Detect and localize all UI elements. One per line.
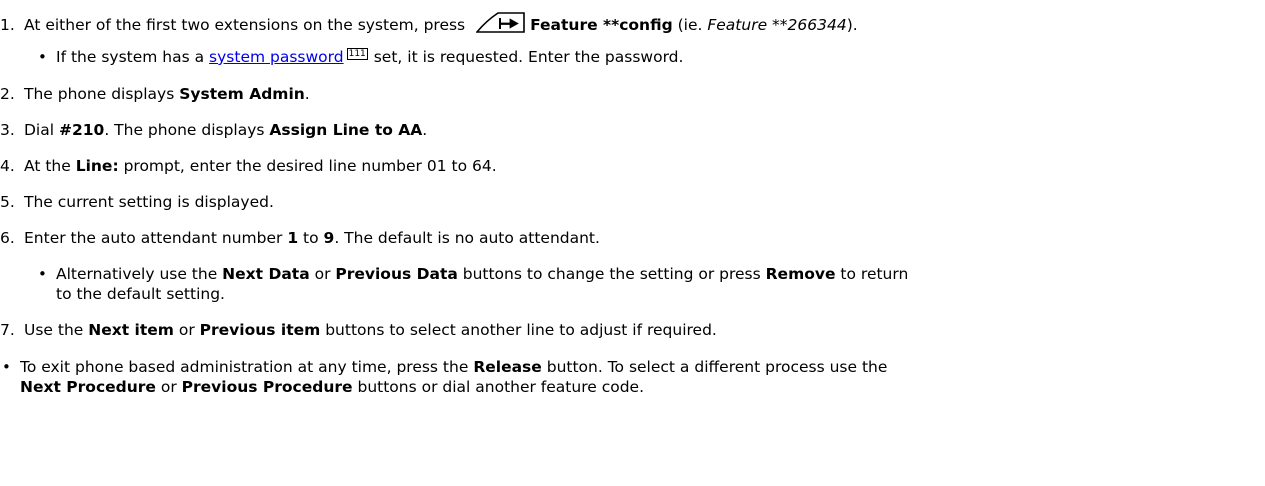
step-4: 4. At the Line: prompt, enter the desired… [0, 157, 497, 175]
step-6-subitem: Alternatively use the Next Data or Previ… [56, 265, 909, 283]
exit-note-line2: Next Procedure or Previous Procedure but… [20, 378, 644, 396]
step-6-subitem-line2: to the default setting. [56, 285, 225, 303]
bullet: • [38, 48, 47, 66]
step-7: 7. Use the Next item or Previous item but… [0, 321, 717, 339]
step-text: At either of the first two extensions on… [24, 16, 471, 34]
step-1: 1. At either of the first two extensions … [0, 11, 858, 35]
step-5: 5. The current setting is displayed. [0, 193, 274, 211]
step-number: 5. [0, 193, 15, 211]
step-number: 2. [0, 85, 15, 103]
step-italic: Feature **266344 [707, 16, 847, 34]
step-2: 2. The phone displays System Admin. [0, 85, 310, 103]
bullet: • [2, 358, 11, 376]
page-reference[interactable]: 111 [346, 48, 368, 60]
feature-key-icon [475, 11, 526, 33]
bullet: • [38, 265, 47, 283]
step-bold: Feature **config [530, 16, 673, 34]
step-3: 3. Dial #210. The phone displays Assign L… [0, 121, 428, 139]
step-number: 6. [0, 229, 15, 247]
system-password-link[interactable]: system password [209, 48, 344, 66]
exit-note: To exit phone based administration at an… [20, 358, 888, 376]
step-number: 3. [0, 121, 15, 139]
step-number: 1. [0, 16, 15, 34]
step-number: 4. [0, 157, 15, 175]
step-number: 7. [0, 321, 15, 339]
step-1-subitem: If the system has a system password 111 s… [56, 48, 684, 66]
step-6: 6. Enter the auto attendant number 1 to 9… [0, 229, 600, 247]
